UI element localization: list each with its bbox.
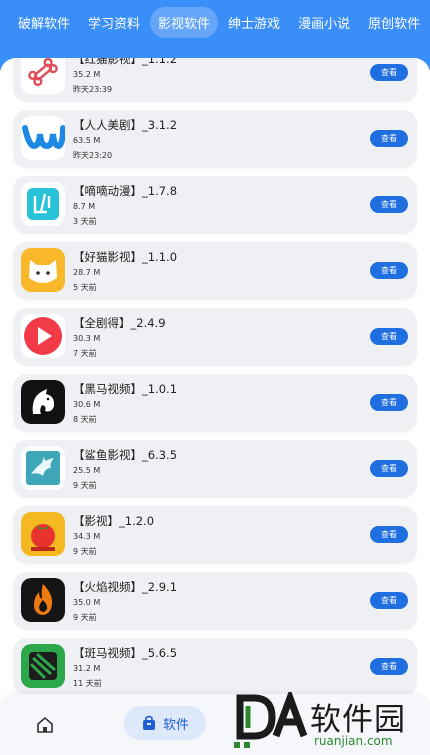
app-name: 【斑马视频】_5.6.5 (73, 646, 178, 660)
category-tab[interactable]: 原创软件 (360, 7, 428, 38)
home-icon[interactable] (36, 716, 54, 734)
app-time: 3 天前 (73, 217, 97, 226)
app-time: 11 天前 (73, 679, 102, 688)
bone-icon (21, 58, 65, 94)
app-name: 【黑马视频】_1.0.1 (73, 382, 178, 396)
app-size: 28.7 M (73, 268, 101, 277)
app-time: 5 天前 (73, 283, 97, 292)
play-icon (21, 314, 65, 358)
list-item[interactable]: 【火焰视频】_2.9.1 35.0 M 9 天前 查看 (13, 572, 417, 630)
di-icon (21, 182, 65, 226)
app-name: 【火焰视频】_2.9.1 (73, 580, 178, 594)
list-item[interactable]: 【嘀嘀动漫】_1.7.8 8.7 M 3 天前 查看 (13, 176, 417, 234)
tomato-icon (21, 512, 65, 556)
app-name: 【影视】_1.2.0 (73, 514, 155, 528)
list-item[interactable]: 【红猫影视】_1.1.2 35.2 M 昨天23:39 查看 (13, 58, 417, 102)
watermark-text: 软件园 (310, 702, 406, 738)
app-list-sheet: 【红猫影视】_1.1.2 35.2 M 昨天23:39 查看 【人人美剧】_3.… (0, 58, 430, 755)
app-screen: 破解软件 学习资料 影视软件 绅士游戏 漫画小说 原创软件 破解 【红猫影视】_… (0, 0, 430, 755)
view-button[interactable]: 查看 (370, 262, 408, 279)
view-button[interactable]: 查看 (370, 328, 408, 345)
app-time: 9 天前 (73, 481, 97, 490)
view-button[interactable]: 查看 (370, 526, 408, 543)
app-name: 【红猫影视】_1.1.2 (73, 58, 178, 66)
list-item[interactable]: 【黑马视频】_1.0.1 30.6 M 8 天前 查看 (13, 374, 417, 432)
category-tab[interactable]: 漫画小说 (290, 7, 358, 38)
app-name: 【好猫影视】_1.1.0 (73, 250, 178, 264)
app-size: 30.6 M (73, 400, 101, 409)
view-button[interactable]: 查看 (370, 64, 408, 81)
app-time: 8 天前 (73, 415, 97, 424)
wave-icon (21, 116, 65, 160)
list-item[interactable]: 【全剧得】_2.4.9 30.3 M 7 天前 查看 (13, 308, 417, 366)
bag-icon (142, 715, 155, 730)
view-button[interactable]: 查看 (370, 658, 408, 675)
app-size: 34.3 M (73, 532, 101, 541)
view-button[interactable]: 查看 (370, 196, 408, 213)
category-tab-active[interactable]: 影视软件 (150, 6, 219, 38)
view-button[interactable]: 查看 (370, 592, 408, 609)
app-time: 昨天23:20 (73, 151, 113, 160)
app-size: 25.5 M (73, 466, 101, 475)
category-tab[interactable]: 破解软件 (10, 7, 78, 38)
view-button[interactable]: 查看 (370, 130, 408, 147)
app-time: 7 天前 (73, 349, 97, 358)
app-size: 31.2 M (73, 664, 101, 673)
flame-icon (21, 578, 65, 622)
app-size: 35.0 M (73, 598, 101, 607)
zebra-icon (21, 644, 65, 688)
horse-icon (21, 380, 65, 424)
app-size: 30.3 M (73, 334, 101, 343)
app-time: 昨天23:39 (73, 85, 113, 94)
cat-icon (21, 248, 65, 292)
list-item[interactable]: 【斑马视频】_5.6.5 31.2 M 11 天前 查看 (13, 638, 417, 696)
app-name: 【全剧得】_2.4.9 (73, 316, 166, 330)
watermark: 软件园 ruanjian.com (230, 687, 430, 755)
watermark-subtext: ruanjian.com (314, 734, 393, 748)
list-item[interactable]: 【好猫影视】_1.1.0 28.7 M 5 天前 查看 (13, 242, 417, 300)
software-tab[interactable]: 软件 (124, 706, 206, 740)
category-tab[interactable]: 绅士游戏 (220, 7, 288, 38)
app-size: 35.2 M (73, 70, 101, 79)
app-name: 【鲨鱼影视】_6.3.5 (73, 448, 178, 462)
list-item[interactable]: 【影视】_1.2.0 34.3 M 9 天前 查看 (13, 506, 417, 564)
app-name: 【嘀嘀动漫】_1.7.8 (73, 184, 178, 198)
app-size: 8.7 M (73, 202, 96, 211)
category-tab[interactable]: 学习资料 (80, 7, 148, 38)
view-button[interactable]: 查看 (370, 394, 408, 411)
software-tab-label: 软件 (162, 717, 189, 733)
category-bar: 破解软件 学习资料 影视软件 绅士游戏 漫画小说 原创软件 破解 (0, 0, 430, 44)
list-item[interactable]: 【人人美剧】_3.1.2 63.5 M 昨天23:20 查看 (13, 110, 417, 168)
app-name: 【人人美剧】_3.1.2 (73, 118, 178, 132)
app-size: 63.5 M (73, 136, 101, 145)
watermark-logo-icon (234, 687, 308, 748)
view-button[interactable]: 查看 (370, 460, 408, 477)
app-time: 9 天前 (73, 613, 97, 622)
shark-icon (21, 446, 65, 490)
list-item[interactable]: 【鲨鱼影视】_6.3.5 25.5 M 9 天前 查看 (13, 440, 417, 498)
app-time: 9 天前 (73, 547, 97, 556)
